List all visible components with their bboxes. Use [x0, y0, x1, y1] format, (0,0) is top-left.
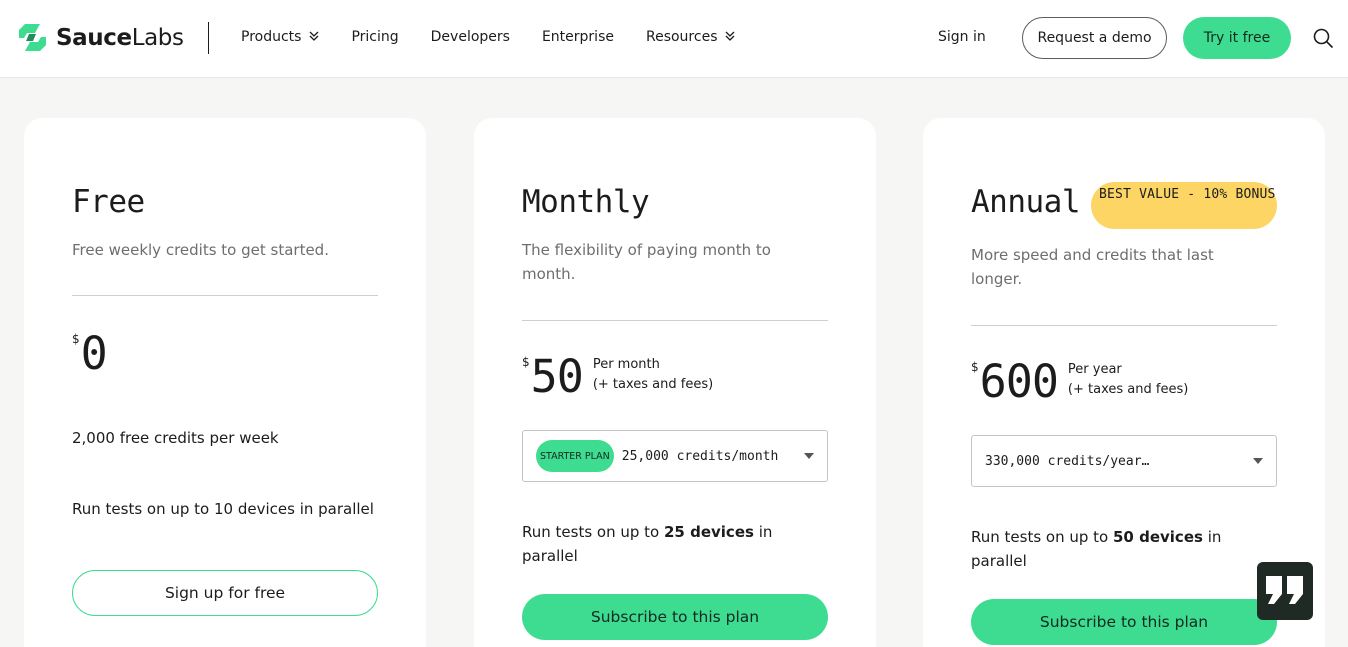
nav-resources[interactable]: Resources — [646, 29, 736, 45]
try-free-button[interactable]: Try it free — [1183, 17, 1291, 59]
nav-enterprise-label: Enterprise — [541, 29, 614, 45]
plan-devices: Run tests on up to 10 devices in paralle… — [72, 500, 374, 518]
plan-subtitle: More speed and credits that last longer. — [971, 246, 1214, 288]
nav-enterprise[interactable]: Enterprise — [542, 29, 614, 45]
price-amount: 0 — [80, 327, 108, 380]
main-nav: Products Pricing Developers Enterprise R… — [241, 29, 767, 45]
plan-price: $ 0 — [72, 327, 108, 380]
price-taxes: (+ taxes and fees) — [592, 377, 714, 392]
plan-title: Annual — [971, 184, 1080, 220]
double-chevron-down-icon — [309, 29, 319, 45]
devices-count: 25 devices — [664, 523, 754, 541]
nav-products-label: Products — [241, 29, 302, 45]
plan-devices: Run tests on up to 50 devices in paralle… — [971, 525, 1277, 573]
double-chevron-down-icon — [725, 29, 735, 45]
sign-in-link[interactable]: Sign in — [938, 29, 986, 45]
nav-developers-label: Developers — [430, 29, 510, 45]
caret-down-icon — [804, 453, 814, 459]
devices-text-pre: Run tests on up to — [522, 523, 664, 541]
plan-subtitle: The flexibility of paying month to month… — [522, 241, 771, 283]
subscribe-annual-button[interactable]: Subscribe to this plan — [971, 599, 1277, 645]
price-amount: 600 — [979, 355, 1059, 408]
plan-price: $ 50 Per month (+ taxes and fees) — [522, 353, 713, 401]
plan-title: Free — [72, 184, 145, 220]
logo-wordmark: SauceLabs — [56, 24, 184, 51]
devices-text-pre: Run tests on up to — [971, 528, 1113, 546]
price-currency: $ — [971, 360, 979, 374]
plan-card-monthly: Monthly The flexibility of paying month … — [474, 118, 876, 647]
nav-resources-label: Resources — [645, 29, 718, 45]
header-divider — [208, 22, 209, 54]
saucelabs-logo-icon — [19, 24, 46, 51]
plan-price: $ 600 Per year (+ taxes and fees) — [971, 358, 1188, 406]
price-currency: $ — [72, 332, 80, 346]
starter-plan-badge: STARTER PLAN — [536, 440, 614, 472]
saucelabs-logo[interactable]: SauceLabs — [16, 22, 184, 53]
nav-pricing[interactable]: Pricing — [351, 29, 398, 45]
plan-divider — [522, 320, 828, 321]
price-period: Per year — [1067, 362, 1122, 377]
quote-widget[interactable] — [1257, 562, 1313, 620]
site-header: SauceLabs Products Pricing Developers En… — [0, 0, 1348, 78]
price-currency: $ — [522, 355, 530, 369]
request-demo-button[interactable]: Request a demo — [1022, 17, 1167, 59]
price-note: Per year (+ taxes and fees) — [1068, 360, 1188, 400]
plan-divider — [72, 295, 378, 296]
plan-credits: 2,000 free credits per week — [72, 429, 279, 447]
nav-developers[interactable]: Developers — [431, 29, 510, 45]
plan-card-free: Free Free weekly credits to get started.… — [24, 118, 426, 647]
quote-icon — [1266, 576, 1303, 604]
subscribe-monthly-button[interactable]: Subscribe to this plan — [522, 594, 828, 640]
nav-pricing-label: Pricing — [351, 29, 399, 45]
plan-devices: Run tests on up to 25 devices in paralle… — [522, 520, 828, 568]
sign-up-free-button[interactable]: Sign up for free — [72, 570, 378, 616]
nav-products[interactable]: Products — [241, 29, 319, 45]
credits-select-value: 25,000 credits/month — [621, 448, 779, 464]
search-icon[interactable] — [1313, 28, 1334, 53]
plan-subtitle: Free weekly credits to get started. — [72, 241, 329, 259]
price-period: Per month — [592, 357, 660, 372]
credits-select[interactable]: 330,000 credits/year… — [971, 435, 1277, 487]
price-note: Per month (+ taxes and fees) — [593, 355, 713, 395]
plan-divider — [971, 325, 1277, 326]
price-amount: 50 — [530, 350, 584, 403]
best-value-badge: BEST VALUE - 10% BONUS — [1091, 182, 1277, 229]
credits-select[interactable]: STARTER PLAN 25,000 credits/month — [522, 430, 828, 482]
credits-select-value: 330,000 credits/year… — [985, 453, 1150, 469]
devices-count: 50 devices — [1113, 528, 1203, 546]
price-taxes: (+ taxes and fees) — [1067, 382, 1189, 397]
plan-title: Monthly — [522, 184, 650, 220]
caret-down-icon — [1253, 458, 1263, 464]
